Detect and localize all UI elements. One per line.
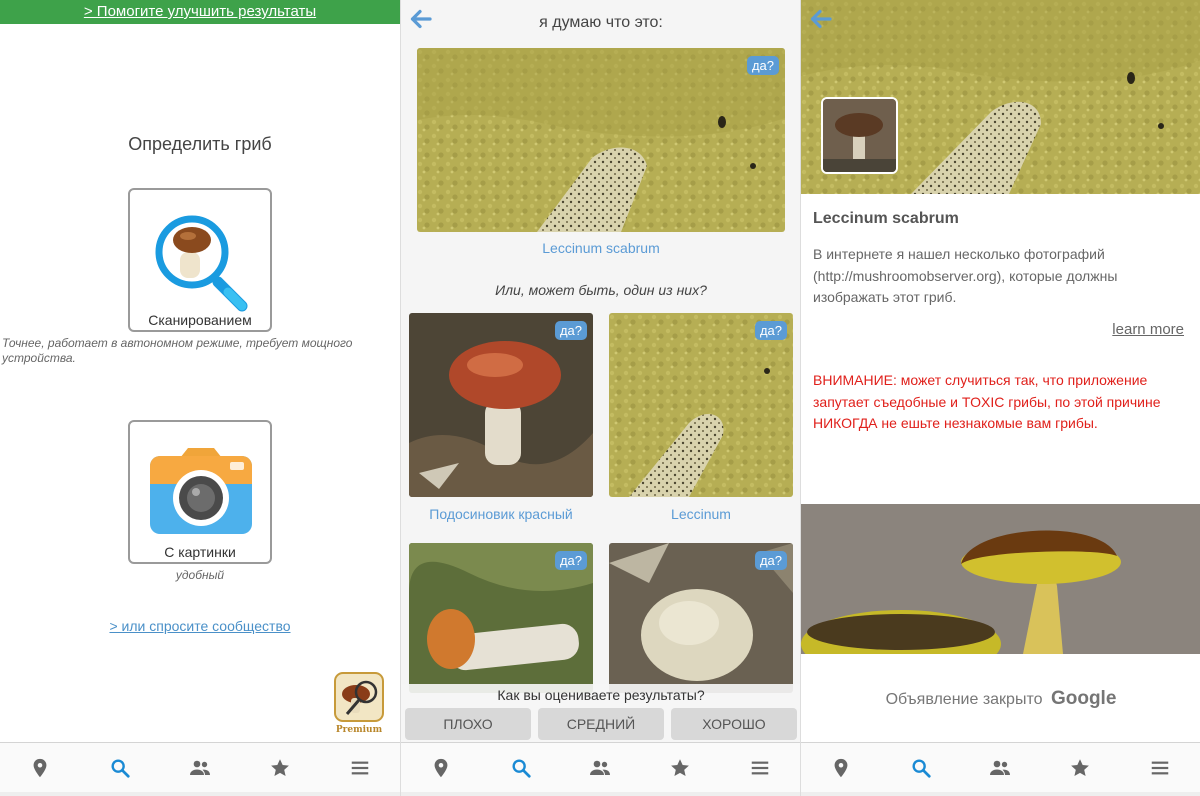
nav-search[interactable] [501, 748, 541, 788]
species-name: Leccinum scabrum [813, 210, 959, 227]
bottom-nav [801, 742, 1200, 792]
scan-button[interactable]: Сканированием [128, 188, 272, 332]
main-result-caption[interactable]: Leccinum scabrum [401, 240, 800, 256]
confirm-badge[interactable]: да? [754, 321, 787, 340]
alt-result-caption[interactable]: Leccinum [601, 506, 800, 522]
people-icon [190, 760, 210, 775]
rating-bad-button[interactable]: ПЛОХО [405, 708, 531, 740]
nav-menu[interactable] [340, 748, 380, 788]
bottom-nav [0, 742, 400, 792]
scan-note: Точнее, работает в автономном режиме, тр… [2, 336, 353, 365]
back-arrow-icon[interactable] [805, 4, 835, 34]
leccinum-photo [417, 48, 785, 232]
alt-result-card[interactable]: да? [409, 543, 593, 693]
species-gallery-image[interactable] [801, 504, 1200, 654]
system-bar [0, 792, 400, 796]
nav-map[interactable] [20, 748, 60, 788]
toxicity-warning: ВНИМАНИЕ: может случиться так, что прило… [813, 372, 1161, 431]
map-pin-icon [33, 758, 47, 777]
species-detail-screen: Leccinum scabrum В интернете я нашел нес… [800, 0, 1200, 796]
search-icon [511, 758, 531, 778]
nav-search[interactable] [901, 748, 941, 788]
star-icon [271, 758, 289, 776]
results-header: я думаю что это: [539, 14, 663, 31]
species-thumbnail[interactable] [821, 97, 898, 174]
bottom-nav [401, 742, 800, 792]
system-bar [801, 792, 1200, 796]
from-picture-button[interactable]: С картинки [128, 420, 272, 564]
rating-good-button[interactable]: ХОРОШО [671, 708, 797, 740]
confirm-badge[interactable]: да? [554, 321, 587, 340]
ask-community-link[interactable]: > или спросите сообщество [0, 618, 400, 634]
menu-icon [351, 761, 369, 774]
system-bar [401, 792, 800, 796]
rating-question: Как вы оцениваете результаты? [497, 687, 705, 703]
boletus-red-photo [409, 313, 593, 497]
alt-result-caption[interactable]: Подосиновик красный [401, 506, 601, 522]
main-result-image[interactable]: да? [417, 48, 785, 232]
nav-community[interactable] [980, 748, 1020, 788]
alternatives-title: Или, может быть, один из них? [495, 282, 707, 298]
nav-menu[interactable] [740, 748, 780, 788]
learn-more-link[interactable]: learn more [1112, 321, 1184, 338]
ad-closed-notice: Объявление закрыто Google [801, 688, 1200, 710]
nav-menu[interactable] [1140, 748, 1180, 788]
scan-magnifier-icon [155, 215, 248, 312]
improve-results-link[interactable]: > Помогите улучшить результаты [0, 0, 400, 24]
map-pin-icon [834, 758, 848, 777]
nav-community[interactable] [580, 748, 620, 788]
premium-badge[interactable]: Premium [334, 672, 384, 735]
nav-favorites[interactable] [260, 748, 300, 788]
google-logo: Google [1050, 688, 1117, 709]
alt-result-card[interactable]: да? [609, 543, 793, 693]
results-screen: я думаю что это: да? Leccinum scabrum Ил… [400, 0, 800, 796]
confirm-badge[interactable]: да? [554, 551, 587, 570]
nav-favorites[interactable] [660, 748, 700, 788]
page-title: Определить гриб [128, 134, 272, 154]
map-pin-icon [434, 758, 448, 777]
scan-label: Сканированием [148, 312, 252, 328]
alt-result-card[interactable]: да? [609, 313, 793, 497]
ad-closed-text: Объявление закрыто [885, 691, 1043, 708]
camera-icon [150, 448, 252, 534]
people-icon [990, 760, 1011, 775]
nav-map[interactable] [421, 748, 461, 788]
premium-mushroom-icon [334, 672, 384, 722]
from-picture-label: С картинки [164, 544, 236, 560]
people-icon [590, 760, 611, 775]
boletus-photo [801, 504, 1200, 654]
rating-medium-button[interactable]: СРЕДНИЙ [538, 708, 664, 740]
confirm-badge[interactable]: да? [754, 551, 787, 570]
confirm-main-badge[interactable]: да? [746, 56, 779, 75]
premium-label: Premium [335, 725, 383, 735]
menu-icon [751, 761, 769, 774]
leccinum-photo [609, 313, 793, 497]
species-description: В интернете я нашел несколько фотографий… [813, 246, 1118, 305]
mushroom-thumbnail-photo [823, 99, 896, 172]
star-icon [671, 758, 690, 776]
identify-screen: > Помогите улучшить результаты Определит… [0, 0, 400, 796]
menu-icon [1151, 761, 1169, 774]
search-icon [111, 758, 130, 778]
star-icon [1071, 758, 1090, 776]
alt-result-card[interactable]: да? [409, 313, 593, 497]
search-icon [911, 758, 931, 778]
nav-community[interactable] [180, 748, 220, 788]
nav-favorites[interactable] [1060, 748, 1100, 788]
nav-map[interactable] [821, 748, 861, 788]
picture-note: удобный [175, 568, 225, 582]
nav-search[interactable] [100, 748, 140, 788]
